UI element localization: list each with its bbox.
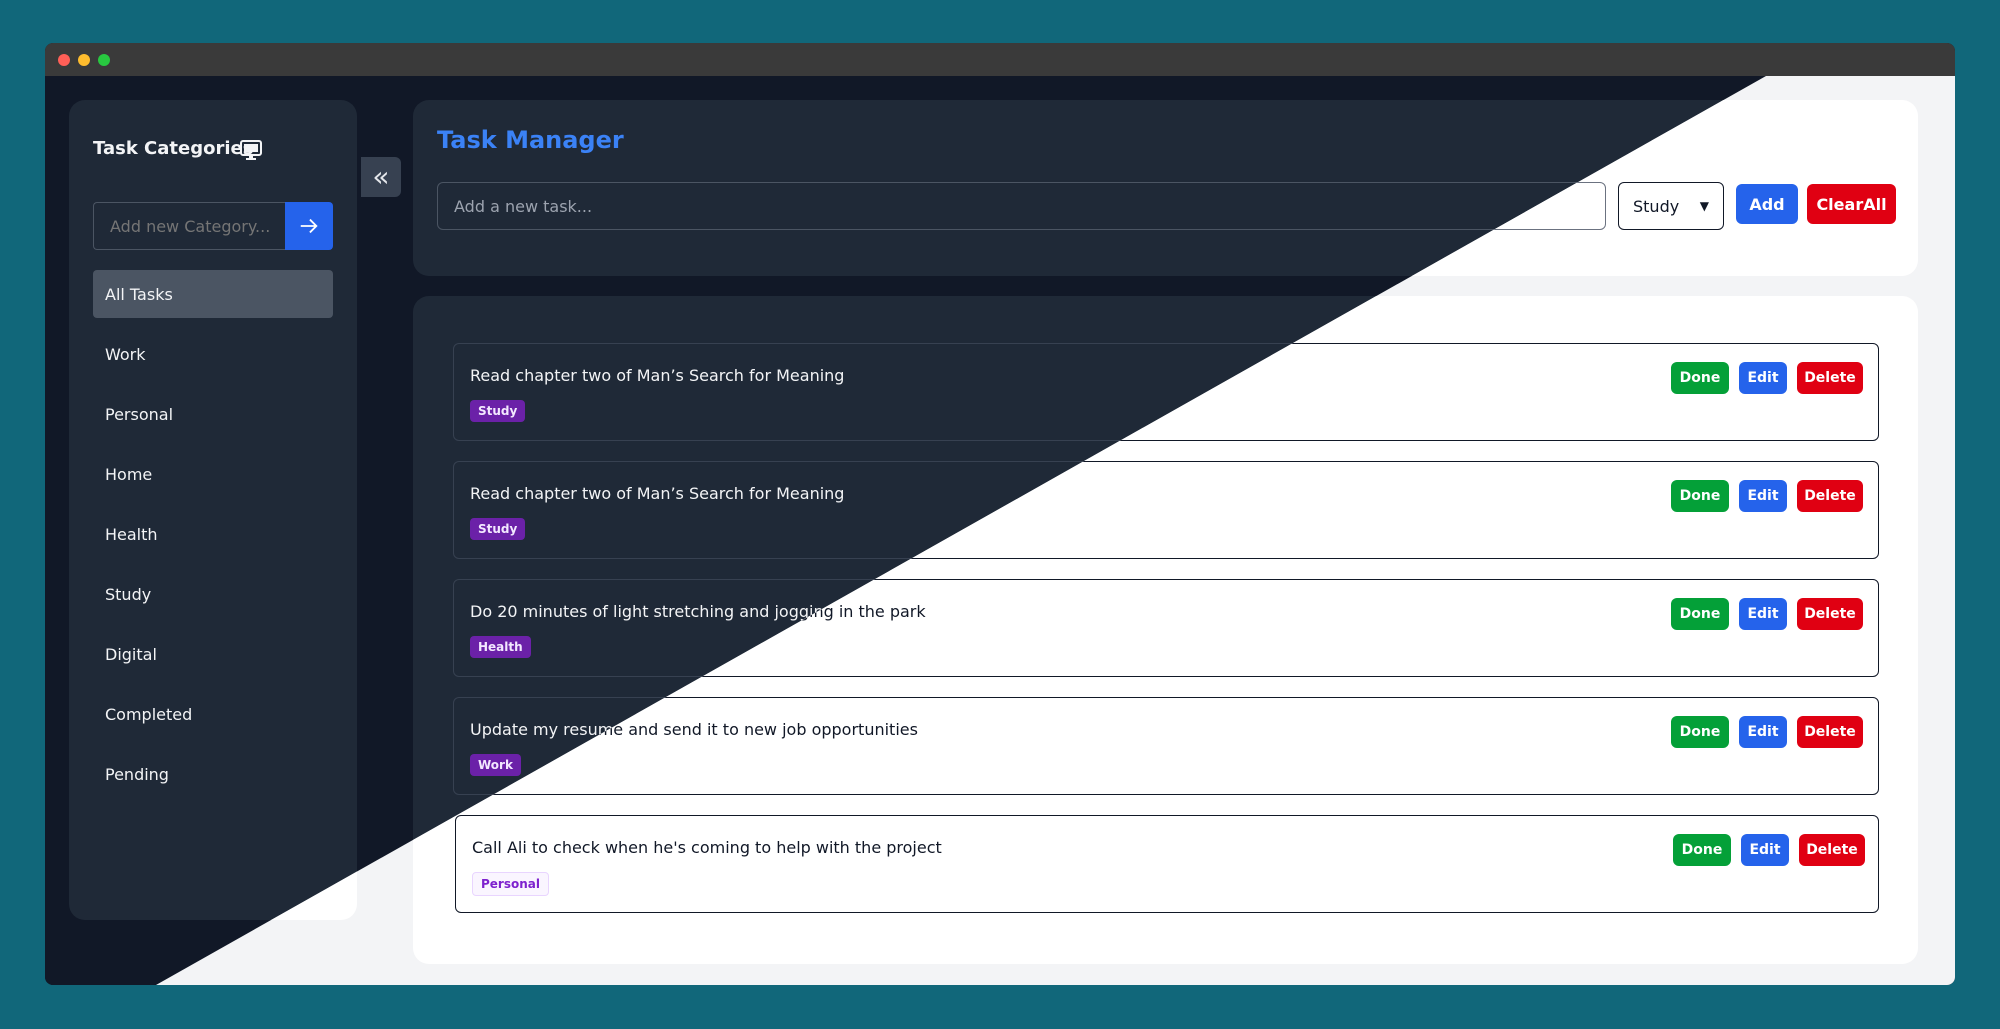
minimize-window-button[interactable] xyxy=(78,54,90,66)
sidebar: Task Categories « All Tasks Work xyxy=(69,100,401,920)
app-window: Task Categories « All Tasks Work xyxy=(45,43,1955,985)
chevron-down-icon: ▼ xyxy=(1699,199,1709,213)
page-title: Task Manager xyxy=(437,126,624,154)
arrow-right-icon xyxy=(300,218,318,234)
sidebar-item-pending[interactable]: Pending xyxy=(93,750,333,798)
sidebar-item-label: Work xyxy=(105,344,146,364)
clear-all-button[interactable]: ClearAll xyxy=(1807,184,1896,224)
edit-button[interactable]: Edit xyxy=(1739,480,1787,512)
sidebar-item-completed[interactable]: Completed xyxy=(93,690,333,738)
category-select-value: Study xyxy=(1633,196,1680,216)
double-chevron-left-icon[interactable]: « xyxy=(361,157,401,197)
sidebar-item-personal[interactable]: Personal xyxy=(93,390,333,438)
sidebar-item-all-tasks[interactable]: All Tasks xyxy=(93,270,333,318)
edit-button[interactable]: Edit xyxy=(1741,834,1789,866)
add-category-button[interactable] xyxy=(285,202,333,250)
window-titlebar xyxy=(45,43,1955,76)
delete-button[interactable]: Delete xyxy=(1797,716,1863,748)
task-category-badge: Health xyxy=(470,636,531,658)
task-category-badge: Work xyxy=(470,754,521,776)
delete-button[interactable]: Delete xyxy=(1797,362,1863,394)
sidebar-item-home[interactable]: Home xyxy=(93,450,333,498)
sidebar-item-label: Health xyxy=(105,524,158,544)
monitor-icon[interactable] xyxy=(239,138,263,162)
sidebar-item-health[interactable]: Health xyxy=(93,510,333,558)
category-list: All Tasks Work Personal Home Health Stud… xyxy=(93,270,333,810)
delete-button[interactable]: Delete xyxy=(1799,834,1865,866)
task-item: Call Ali to check when he's coming to he… xyxy=(455,815,1879,913)
done-button[interactable]: Done xyxy=(1671,480,1729,512)
task-category-badge: Personal xyxy=(472,872,549,896)
done-button[interactable]: Done xyxy=(1671,598,1729,630)
sidebar-item-label: Study xyxy=(105,584,152,604)
edit-button[interactable]: Edit xyxy=(1739,598,1787,630)
task-input[interactable] xyxy=(437,182,1606,230)
sidebar-item-label: Home xyxy=(105,464,153,484)
done-button[interactable]: Done xyxy=(1671,362,1729,394)
task-category-badge: Study xyxy=(470,400,526,422)
task-text: Read chapter two of Man’s Search for Mea… xyxy=(470,484,845,503)
sidebar-item-label: Completed xyxy=(105,704,193,724)
category-select[interactable]: Study ▼ xyxy=(1618,182,1724,230)
sidebar-item-label: Digital xyxy=(105,644,157,664)
close-window-button[interactable] xyxy=(58,54,70,66)
done-button[interactable]: Done xyxy=(1671,716,1729,748)
edit-button[interactable]: Edit xyxy=(1739,362,1787,394)
task-category-badge: Study xyxy=(470,518,526,540)
sidebar-item-digital[interactable]: Digital xyxy=(93,630,333,678)
sidebar-item-work[interactable]: Work xyxy=(93,330,333,378)
app-content: Task Categories « All Tasks Work xyxy=(45,76,1955,985)
delete-button[interactable]: Delete xyxy=(1797,598,1863,630)
maximize-window-button[interactable] xyxy=(98,54,110,66)
done-button[interactable]: Done xyxy=(1673,834,1731,866)
edit-button[interactable]: Edit xyxy=(1739,716,1787,748)
task-text: Read chapter two of Man’s Search for Mea… xyxy=(470,366,845,385)
sidebar-title: Task Categories xyxy=(93,138,254,159)
task-item: Update my resume and send it to new job … xyxy=(453,697,1879,795)
delete-button[interactable]: Delete xyxy=(1797,480,1863,512)
sidebar-item-label: Personal xyxy=(105,404,174,424)
sidebar-item-study[interactable]: Study xyxy=(93,570,333,618)
sidebar-item-label: All Tasks xyxy=(105,284,173,304)
category-input[interactable] xyxy=(93,202,285,250)
task-text: Call Ali to check when he's coming to he… xyxy=(472,838,942,857)
sidebar-item-label: Pending xyxy=(105,764,169,784)
add-task-button[interactable]: Add xyxy=(1736,184,1798,224)
